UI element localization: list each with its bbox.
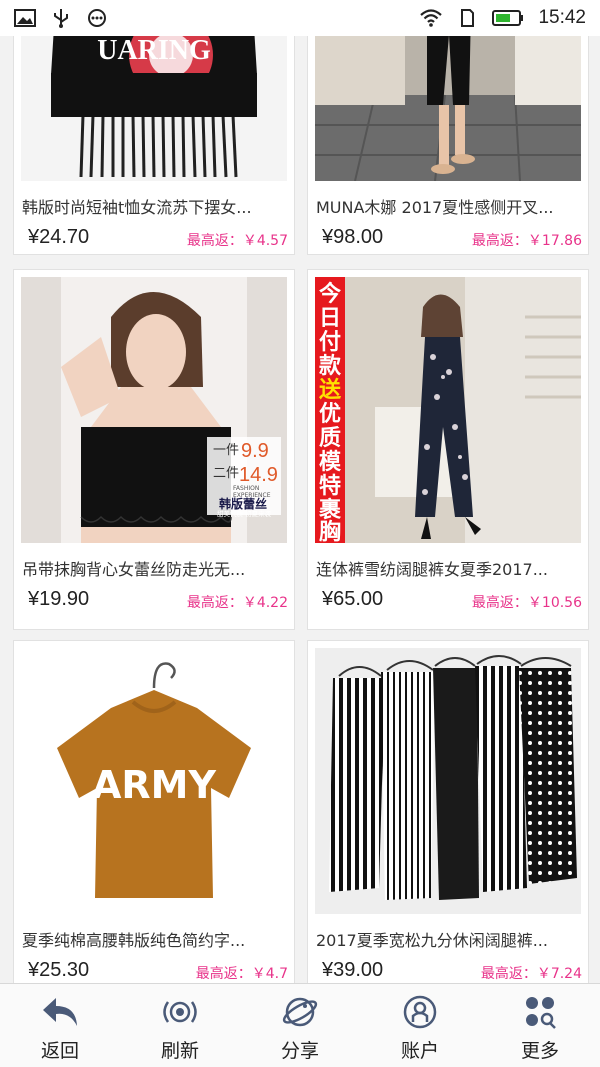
- nav-refresh-label: 刷新: [160, 1040, 199, 1062]
- nav-account-label: 账户: [400, 1040, 439, 1062]
- product-card[interactable]: MUNA木娜 2017夏性感侧开叉... ¥98.00 最高返：￥17.86: [307, 0, 589, 255]
- nav-account-button[interactable]: 账户: [360, 984, 480, 1067]
- product-card[interactable]: 一件 9.9 二件 14.9 FASHION EXPERIENCE 韩版蕾丝 甜…: [13, 269, 295, 630]
- product-image-text: 甜美气质 初夏来袭: [217, 509, 272, 518]
- product-title: 连体裤雪纺阔腿裤女夏季2017...: [316, 560, 548, 579]
- product-title: 韩版时尚短袖t恤女流苏下摆女...: [22, 198, 252, 217]
- battery-icon: [492, 10, 524, 26]
- product-price: ¥25.30: [28, 959, 90, 981]
- product-price: ¥39.00: [322, 959, 384, 981]
- product-image-text: 付: [319, 330, 341, 355]
- product-image-text: 一件: [213, 443, 239, 458]
- wifi-icon: [420, 9, 443, 27]
- usb-icon: [54, 9, 68, 28]
- product-image-text: 日: [319, 306, 341, 331]
- product-rebate: 最高返：￥17.86: [471, 233, 582, 249]
- image-icon: [14, 9, 36, 27]
- product-image-text: 14.9: [239, 464, 278, 486]
- product-image-text: FASHION: [233, 485, 259, 492]
- product-title: 吊带抹胸背心女蕾丝防走光无...: [22, 560, 246, 579]
- nav-more-label: 更多: [520, 1040, 559, 1062]
- product-image[interactable]: ARMY: [21, 648, 287, 914]
- product-card[interactable]: UARING 韩版时尚短袖t恤女流苏下摆女... ¥24.70 最高返：￥4.5…: [13, 0, 295, 255]
- product-image-text: 二件: [213, 466, 239, 481]
- product-title: 2017夏季宽松九分休闲阔腿裤...: [316, 931, 548, 950]
- product-price: ¥24.70: [28, 226, 90, 248]
- refresh-signal-icon: [163, 1001, 197, 1023]
- product-image-text: 送: [319, 377, 341, 403]
- product-image-text: 韩版蕾丝: [219, 496, 267, 511]
- product-title: 夏季纯棉高腰韩版纯色简约字...: [22, 931, 246, 950]
- product-image-text: 款: [319, 353, 342, 379]
- status-bar: 15:42: [0, 0, 600, 36]
- product-image[interactable]: 今 日 付 款 送 优 质 模 特 裹 胸: [315, 277, 581, 543]
- nav-back-label: 返回: [40, 1040, 79, 1062]
- product-image-text: UARING: [97, 35, 211, 66]
- product-rebate: 最高返：￥10.56: [471, 595, 582, 611]
- nav-back-button[interactable]: 返回: [0, 984, 120, 1067]
- product-title: MUNA木娜 2017夏性感侧开叉...: [316, 198, 554, 217]
- nav-more-button[interactable]: 更多: [480, 984, 600, 1067]
- product-image-text: 今: [319, 281, 341, 307]
- product-image-text: 特: [319, 473, 341, 499]
- more-grid-icon: [526, 997, 556, 1029]
- product-rebate: 最高返：￥4.57: [186, 233, 288, 249]
- product-card[interactable]: 2017夏季宽松九分休闲阔腿裤... ¥39.00 最高返：￥7.24: [307, 640, 589, 983]
- product-price: ¥98.00: [322, 226, 384, 248]
- product-feed[interactable]: UARING 韩版时尚短袖t恤女流苏下摆女... ¥24.70 最高返：￥4.5…: [0, 0, 600, 983]
- product-image[interactable]: 一件 9.9 二件 14.9 FASHION EXPERIENCE 韩版蕾丝 甜…: [21, 277, 287, 543]
- product-price: ¥19.90: [28, 588, 90, 610]
- product-image-text: 胸: [319, 519, 341, 543]
- product-rebate: 最高返：￥4.7: [195, 966, 288, 982]
- back-arrow-icon: [43, 998, 77, 1026]
- product-card[interactable]: 今 日 付 款 送 优 质 模 特 裹 胸 连体裤雪纺阔腿裤女夏季2017...…: [307, 269, 589, 630]
- sim-icon: [461, 9, 475, 27]
- status-time: 15:42: [538, 7, 586, 28]
- product-image-text: 质: [319, 426, 341, 451]
- product-image[interactable]: [315, 648, 581, 914]
- product-image-text: 9.9: [241, 440, 269, 462]
- nav-refresh-button[interactable]: 刷新: [120, 984, 240, 1067]
- more-dots-icon: [88, 9, 106, 27]
- product-rebate: 最高返：￥4.22: [186, 595, 288, 611]
- planet-share-icon: [282, 997, 318, 1027]
- product-image-text: ARMY: [92, 763, 216, 807]
- nav-share-button[interactable]: 分享: [240, 984, 360, 1067]
- product-rebate: 最高返：￥7.24: [480, 966, 582, 982]
- product-image-text: 优: [319, 401, 341, 427]
- product-card[interactable]: ARMY 夏季纯棉高腰韩版纯色简约字... ¥25.30 最高返：￥4.7: [13, 640, 295, 983]
- account-icon: [403, 995, 437, 1029]
- product-price: ¥65.00: [322, 588, 384, 610]
- bottom-nav: 返回 刷新 分享 账户 更多: [0, 983, 600, 1067]
- nav-share-label: 分享: [280, 1040, 319, 1062]
- product-image-text: 模: [319, 450, 342, 475]
